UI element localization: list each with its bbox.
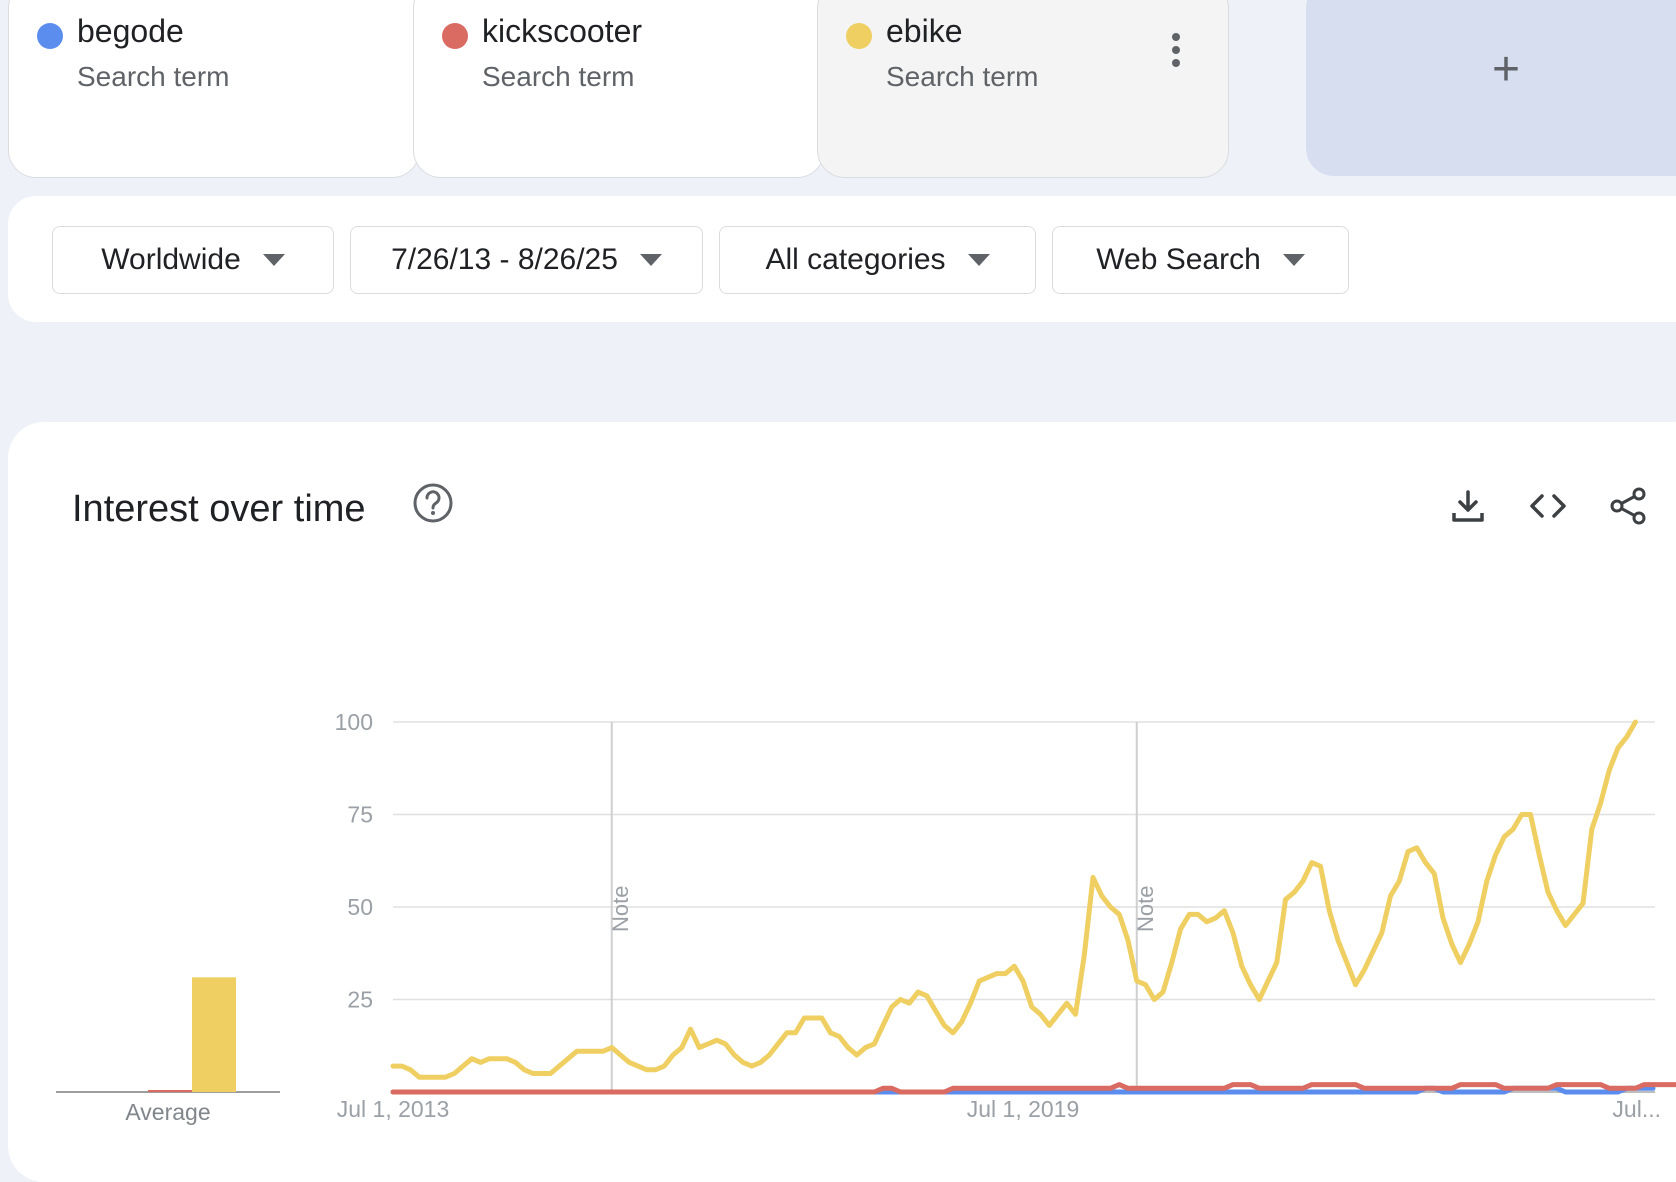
- x-tick-label: Jul 1, 2013: [337, 1096, 450, 1122]
- average-bar: [148, 1090, 192, 1092]
- y-tick-label: 25: [347, 987, 373, 1013]
- note-label: Note: [1133, 886, 1158, 932]
- series-line-ebike: [390, 719, 1638, 1080]
- interest-chart: 100 75 50 25 Note Note Jul 1, 2013 Jul 1, 2019 J…: [56, 709, 1676, 1125]
- x-tick-label: Jul 1, 2019: [967, 1096, 1080, 1122]
- y-tick-label: 75: [347, 802, 373, 828]
- y-tick-label: 50: [347, 894, 373, 920]
- y-tick-label: 100: [335, 709, 373, 735]
- average-bar: [192, 977, 236, 1092]
- x-tick-label: Jul...: [1612, 1096, 1661, 1122]
- average-label: Average: [125, 1099, 210, 1125]
- note-label: Note: [608, 886, 633, 932]
